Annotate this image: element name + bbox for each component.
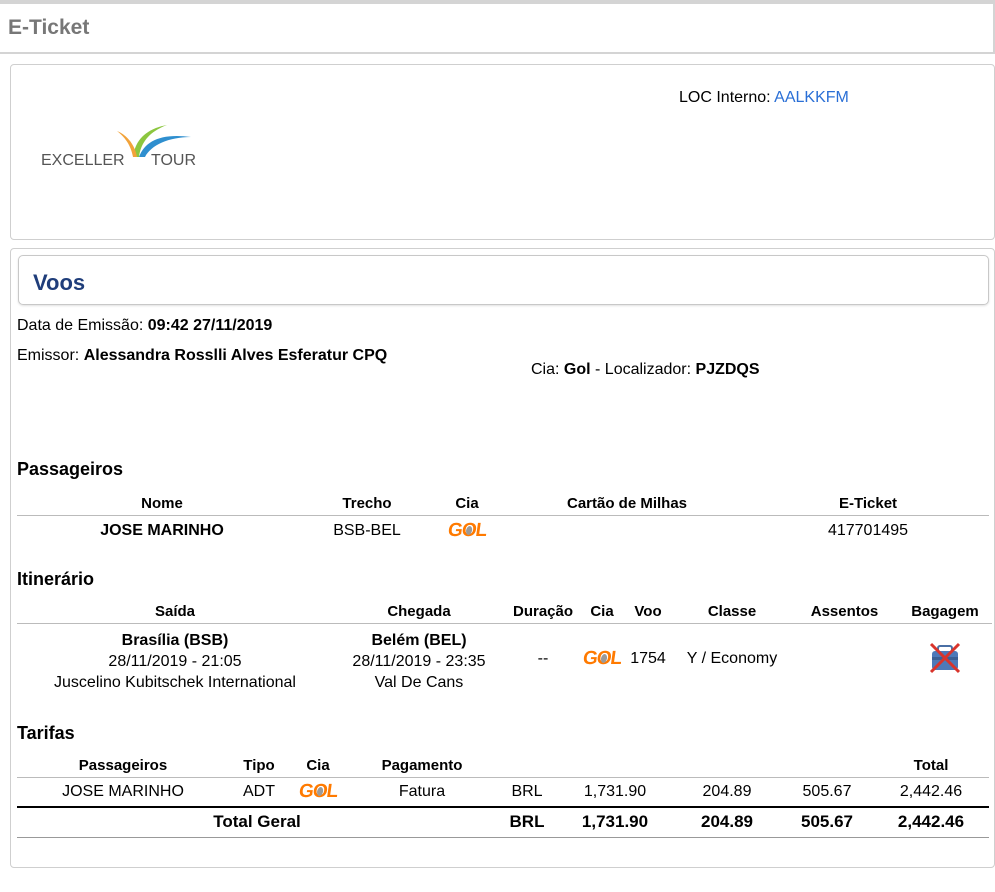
col-tarifa — [557, 755, 673, 778]
fare-cia: GOL — [289, 777, 347, 808]
cia-value: Gol — [563, 361, 591, 378]
total-label: Total Geral — [17, 807, 497, 838]
issuer-label: Emissor: — [17, 347, 80, 364]
arrival-datetime: 28/11/2019 - 23:35 — [352, 652, 486, 670]
baggage-cell — [898, 623, 992, 693]
total-row: Total Geral BRL 1,731.90 204.89 505.67 2… — [17, 807, 989, 838]
gol-logo-icon: GOL — [581, 647, 623, 669]
page-title: E-Ticket — [8, 16, 90, 39]
seats — [791, 623, 898, 693]
itinerary-title: Itinerário — [17, 569, 95, 589]
fare-tax-1: 204.89 — [673, 777, 781, 808]
airline-locator: Cia: Gol - Localizador: PJZDQS — [531, 361, 760, 379]
arrival-airport: Val De Cans — [374, 673, 464, 691]
pax-eticket: 417701495 — [827, 522, 909, 540]
col-cia: Cia — [581, 601, 623, 624]
passengers-title: Passageiros — [17, 459, 124, 479]
table-row: JOSE MARINHO BSB-BEL GOL 417701495 — [17, 515, 989, 547]
col-taxa1 — [673, 755, 781, 778]
flights-card: Voos Data de Emissão: 09:42 27/11/2019 E… — [10, 248, 995, 868]
col-pagamento: Pagamento — [347, 755, 497, 778]
issuer: Emissor: Alessandra Rosslli Alves Esfera… — [17, 347, 387, 365]
total-amount: 2,442.46 — [873, 807, 989, 838]
logo-text-left: EXCELLER — [41, 152, 125, 169]
fare-tax-2: 505.67 — [781, 777, 873, 808]
fare-currency: BRL — [497, 777, 557, 808]
issuer-value: Alessandra Rosslli Alves Esferatur CPQ — [83, 347, 388, 364]
voos-header: Voos — [18, 255, 989, 305]
page-header: E-Ticket — [0, 0, 995, 54]
col-tipo: Tipo — [229, 755, 289, 778]
fare-total: 2,442.46 — [873, 777, 989, 808]
emission-label: Data de Emissão: — [17, 317, 144, 334]
fare-class: Y / Economy — [686, 649, 778, 667]
cia-label: Cia: — [531, 361, 560, 378]
total-tax-1: 204.89 — [673, 807, 781, 838]
col-bagagem: Bagagem — [898, 601, 992, 624]
fares-header-row: Passageiros Tipo Cia Pagamento Total — [17, 755, 989, 778]
loc-interno: LOC Interno: AALKKFM — [679, 89, 849, 107]
duration: -- — [537, 649, 549, 667]
fare-base: 1,731.90 — [557, 777, 673, 808]
col-chegada: Chegada — [333, 601, 505, 624]
loc-code: AALKKFM — [774, 89, 849, 106]
emission-date: Data de Emissão: 09:42 27/11/2019 — [17, 317, 272, 335]
itin-cia: GOL — [581, 623, 623, 693]
voos-title: Voos — [33, 270, 86, 295]
loc-label: LOC Interno: — [679, 89, 771, 106]
pax-name: JOSE MARINHO — [100, 522, 224, 540]
table-row: JOSE MARINHO ADT GOL Fatura BRL 1,731.90… — [17, 777, 989, 808]
table-row: Brasília (BSB) 28/11/2019 - 21:05 Juscel… — [17, 623, 992, 693]
fares-title: Tarifas — [17, 723, 75, 743]
col-voo: Voo — [623, 601, 673, 624]
col-cartao: Cartão de Milhas — [507, 493, 747, 516]
pax-cartao — [507, 515, 747, 547]
col-taxa2 — [781, 755, 873, 778]
gol-logo-icon: GOL — [297, 780, 339, 802]
col-classe: Classe — [673, 601, 791, 624]
departure-datetime: 28/11/2019 - 21:05 — [108, 652, 242, 670]
pax-trecho: BSB-BEL — [333, 522, 401, 540]
col-moeda — [497, 755, 557, 778]
fares-table: Passageiros Tipo Cia Pagamento Total JOS… — [17, 755, 989, 838]
total-tax-2: 505.67 — [781, 807, 873, 838]
gol-logo-icon: GOL — [446, 520, 488, 542]
ticket-header-card: LOC Interno: AALKKFM EXCELLER TOUR — [10, 64, 995, 240]
col-cia: Cia — [289, 755, 347, 778]
emission-value: 09:42 27/11/2019 — [147, 317, 273, 334]
total-base: 1,731.90 — [557, 807, 673, 838]
flight-number: 1754 — [630, 649, 666, 667]
itinerary-table: Saída Chegada Duração Cia Voo Classe Ass… — [17, 601, 992, 693]
col-saida: Saída — [17, 601, 333, 624]
departure-airport: Juscelino Kubitschek International — [54, 673, 296, 691]
logo-text-right: TOUR — [151, 152, 196, 169]
arrival-cell: Belém (BEL) 28/11/2019 - 23:35 Val De Ca… — [333, 623, 505, 693]
col-assentos: Assentos — [791, 601, 898, 624]
col-passageiros: Passageiros — [17, 755, 229, 778]
locator-label: - Localizador: — [595, 361, 692, 378]
col-trecho: Trecho — [307, 493, 427, 516]
col-duracao: Duração — [505, 601, 581, 624]
departure-city: Brasília (BSB) — [121, 631, 229, 649]
passengers-header-row: Nome Trecho Cia Cartão de Milhas E-Ticke… — [17, 493, 989, 516]
no-baggage-icon — [929, 642, 961, 674]
fare-passenger: JOSE MARINHO — [17, 777, 229, 808]
locator-value: PJZDQS — [695, 361, 760, 378]
arrival-city: Belém (BEL) — [371, 631, 467, 649]
exceller-tour-logo: EXCELLER TOUR — [41, 125, 196, 169]
col-total: Total — [873, 755, 989, 778]
col-nome: Nome — [17, 493, 307, 516]
departure-cell: Brasília (BSB) 28/11/2019 - 21:05 Juscel… — [17, 623, 333, 693]
passengers-table: Nome Trecho Cia Cartão de Milhas E-Ticke… — [17, 493, 989, 547]
col-cia: Cia — [427, 493, 507, 516]
itinerary-header-row: Saída Chegada Duração Cia Voo Classe Ass… — [17, 601, 992, 624]
fare-payment: Fatura — [347, 777, 497, 808]
pax-cia: GOL — [427, 515, 507, 547]
total-currency: BRL — [497, 807, 557, 838]
fare-type: ADT — [229, 777, 289, 808]
col-eticket: E-Ticket — [747, 493, 989, 516]
